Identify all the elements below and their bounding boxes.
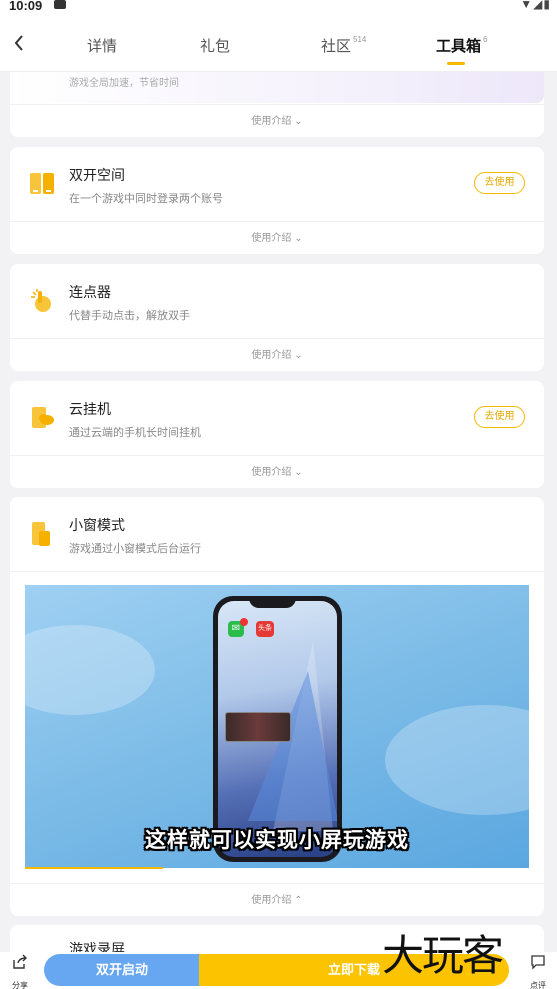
phone-notch — [249, 596, 296, 608]
tool-title: 双开空间 — [69, 167, 125, 183]
wallpaper-shape — [248, 671, 337, 821]
tool-card-small-window: 小窗模式 游戏通过小窗模式后台运行 ✉ 头条 ●●●●●●● 这样就可以实现小屏… — [10, 497, 544, 916]
tab-gifts[interactable]: 礼包 — [200, 35, 230, 56]
share-label: 分享 — [12, 981, 28, 989]
phone-screen: ✉ 头条 ●●●●●●● — [218, 601, 337, 857]
dual-open-launch-button[interactable]: 双开启动 — [44, 954, 200, 986]
tool-desc: 代替手动点击，解放双手 — [69, 310, 190, 322]
tool-title: 小窗模式 — [69, 517, 125, 533]
tool-title: 连点器 — [69, 284, 111, 300]
share-icon — [8, 954, 32, 975]
tool-title: 云挂机 — [69, 401, 111, 417]
tool-desc: 游戏通过小窗模式后台运行 — [69, 543, 201, 555]
cloud-decoration — [385, 705, 529, 815]
tab-details[interactable]: 详情 — [87, 35, 117, 56]
tab-toolbox[interactable]: 工具箱 6 — [436, 35, 487, 56]
tool-desc: 通过云端的手机长时间挂机 — [69, 427, 201, 439]
small-window-icon — [29, 521, 55, 547]
tool-desc: 游戏全局加速，节省时间 — [69, 78, 179, 89]
tutorial-video[interactable]: ✉ 头条 ●●●●●●● 这样就可以实现小屏玩游戏 — [25, 585, 529, 868]
share-button[interactable]: 分享 — [8, 954, 32, 989]
use-button[interactable]: 去使用 — [474, 406, 525, 428]
toutiao-app-icon: 头条 — [256, 621, 274, 637]
notification-icon — [54, 0, 66, 9]
notification-badge — [240, 618, 248, 626]
phone-mockup: ✉ 头条 ●●●●●●● — [213, 596, 342, 862]
tool-card-auto-clicker: 连点器 代替手动点击，解放双手 使用介绍 ⌄ — [10, 264, 544, 371]
toolbox-list: 游戏全局加速，节省时间 使用介绍 ⌄ 双开空间 在一个游戏中同时登录两个账号 去… — [0, 72, 557, 952]
header: 详情 礼包 社区 514 工具箱 6 — [0, 14, 557, 72]
watermark: 大玩客 — [382, 931, 504, 980]
active-tab-indicator — [447, 62, 465, 65]
community-count: 514 — [353, 35, 367, 44]
video-subtitle: 这样就可以实现小屏玩游戏 — [145, 829, 409, 852]
usage-intro-toggle[interactable]: 使用介绍 ⌄ — [10, 104, 544, 137]
auto-clicker-icon — [29, 288, 55, 314]
dual-space-icon — [29, 171, 55, 197]
use-button[interactable]: 去使用 — [474, 172, 525, 194]
cloud-decoration — [25, 625, 155, 715]
back-icon[interactable] — [8, 31, 32, 55]
status-time: 10:09 — [9, 0, 43, 13]
tool-title: 游戏录屏 — [69, 941, 125, 952]
cloud-hangup-icon — [29, 405, 55, 431]
tool-card-dual-space: 双开空间 在一个游戏中同时登录两个账号 去使用 使用介绍 ⌄ — [10, 147, 544, 254]
review-label: 点评 — [530, 981, 546, 989]
review-icon — [525, 954, 551, 975]
usage-intro-toggle[interactable]: 使用介绍 ⌄ — [10, 455, 544, 488]
toolbox-count: 6 — [483, 35, 488, 44]
status-bar: 10:09 ▼◢▮ — [0, 0, 557, 14]
usage-intro-toggle[interactable]: 使用介绍 ⌄ — [10, 221, 544, 254]
usage-intro-toggle[interactable]: 使用介绍 ⌃ — [10, 883, 544, 916]
tool-desc: 在一个游戏中同时登录两个账号 — [69, 193, 223, 205]
usage-intro-toggle[interactable]: 使用介绍 ⌄ — [10, 338, 544, 371]
status-icons: ▼◢▮ — [520, 0, 551, 11]
review-button[interactable]: 点评 — [525, 954, 551, 989]
tab-community[interactable]: 社区 514 — [321, 35, 366, 56]
tool-card-accelerator: 游戏全局加速，节省时间 使用介绍 ⌄ — [10, 72, 544, 137]
video-progress-bar[interactable] — [25, 867, 163, 869]
tool-card-cloud-hangup: 云挂机 通过云端的手机长时间挂机 去使用 使用介绍 ⌄ — [10, 381, 544, 488]
floating-game-window — [225, 712, 291, 742]
divider — [10, 571, 544, 572]
